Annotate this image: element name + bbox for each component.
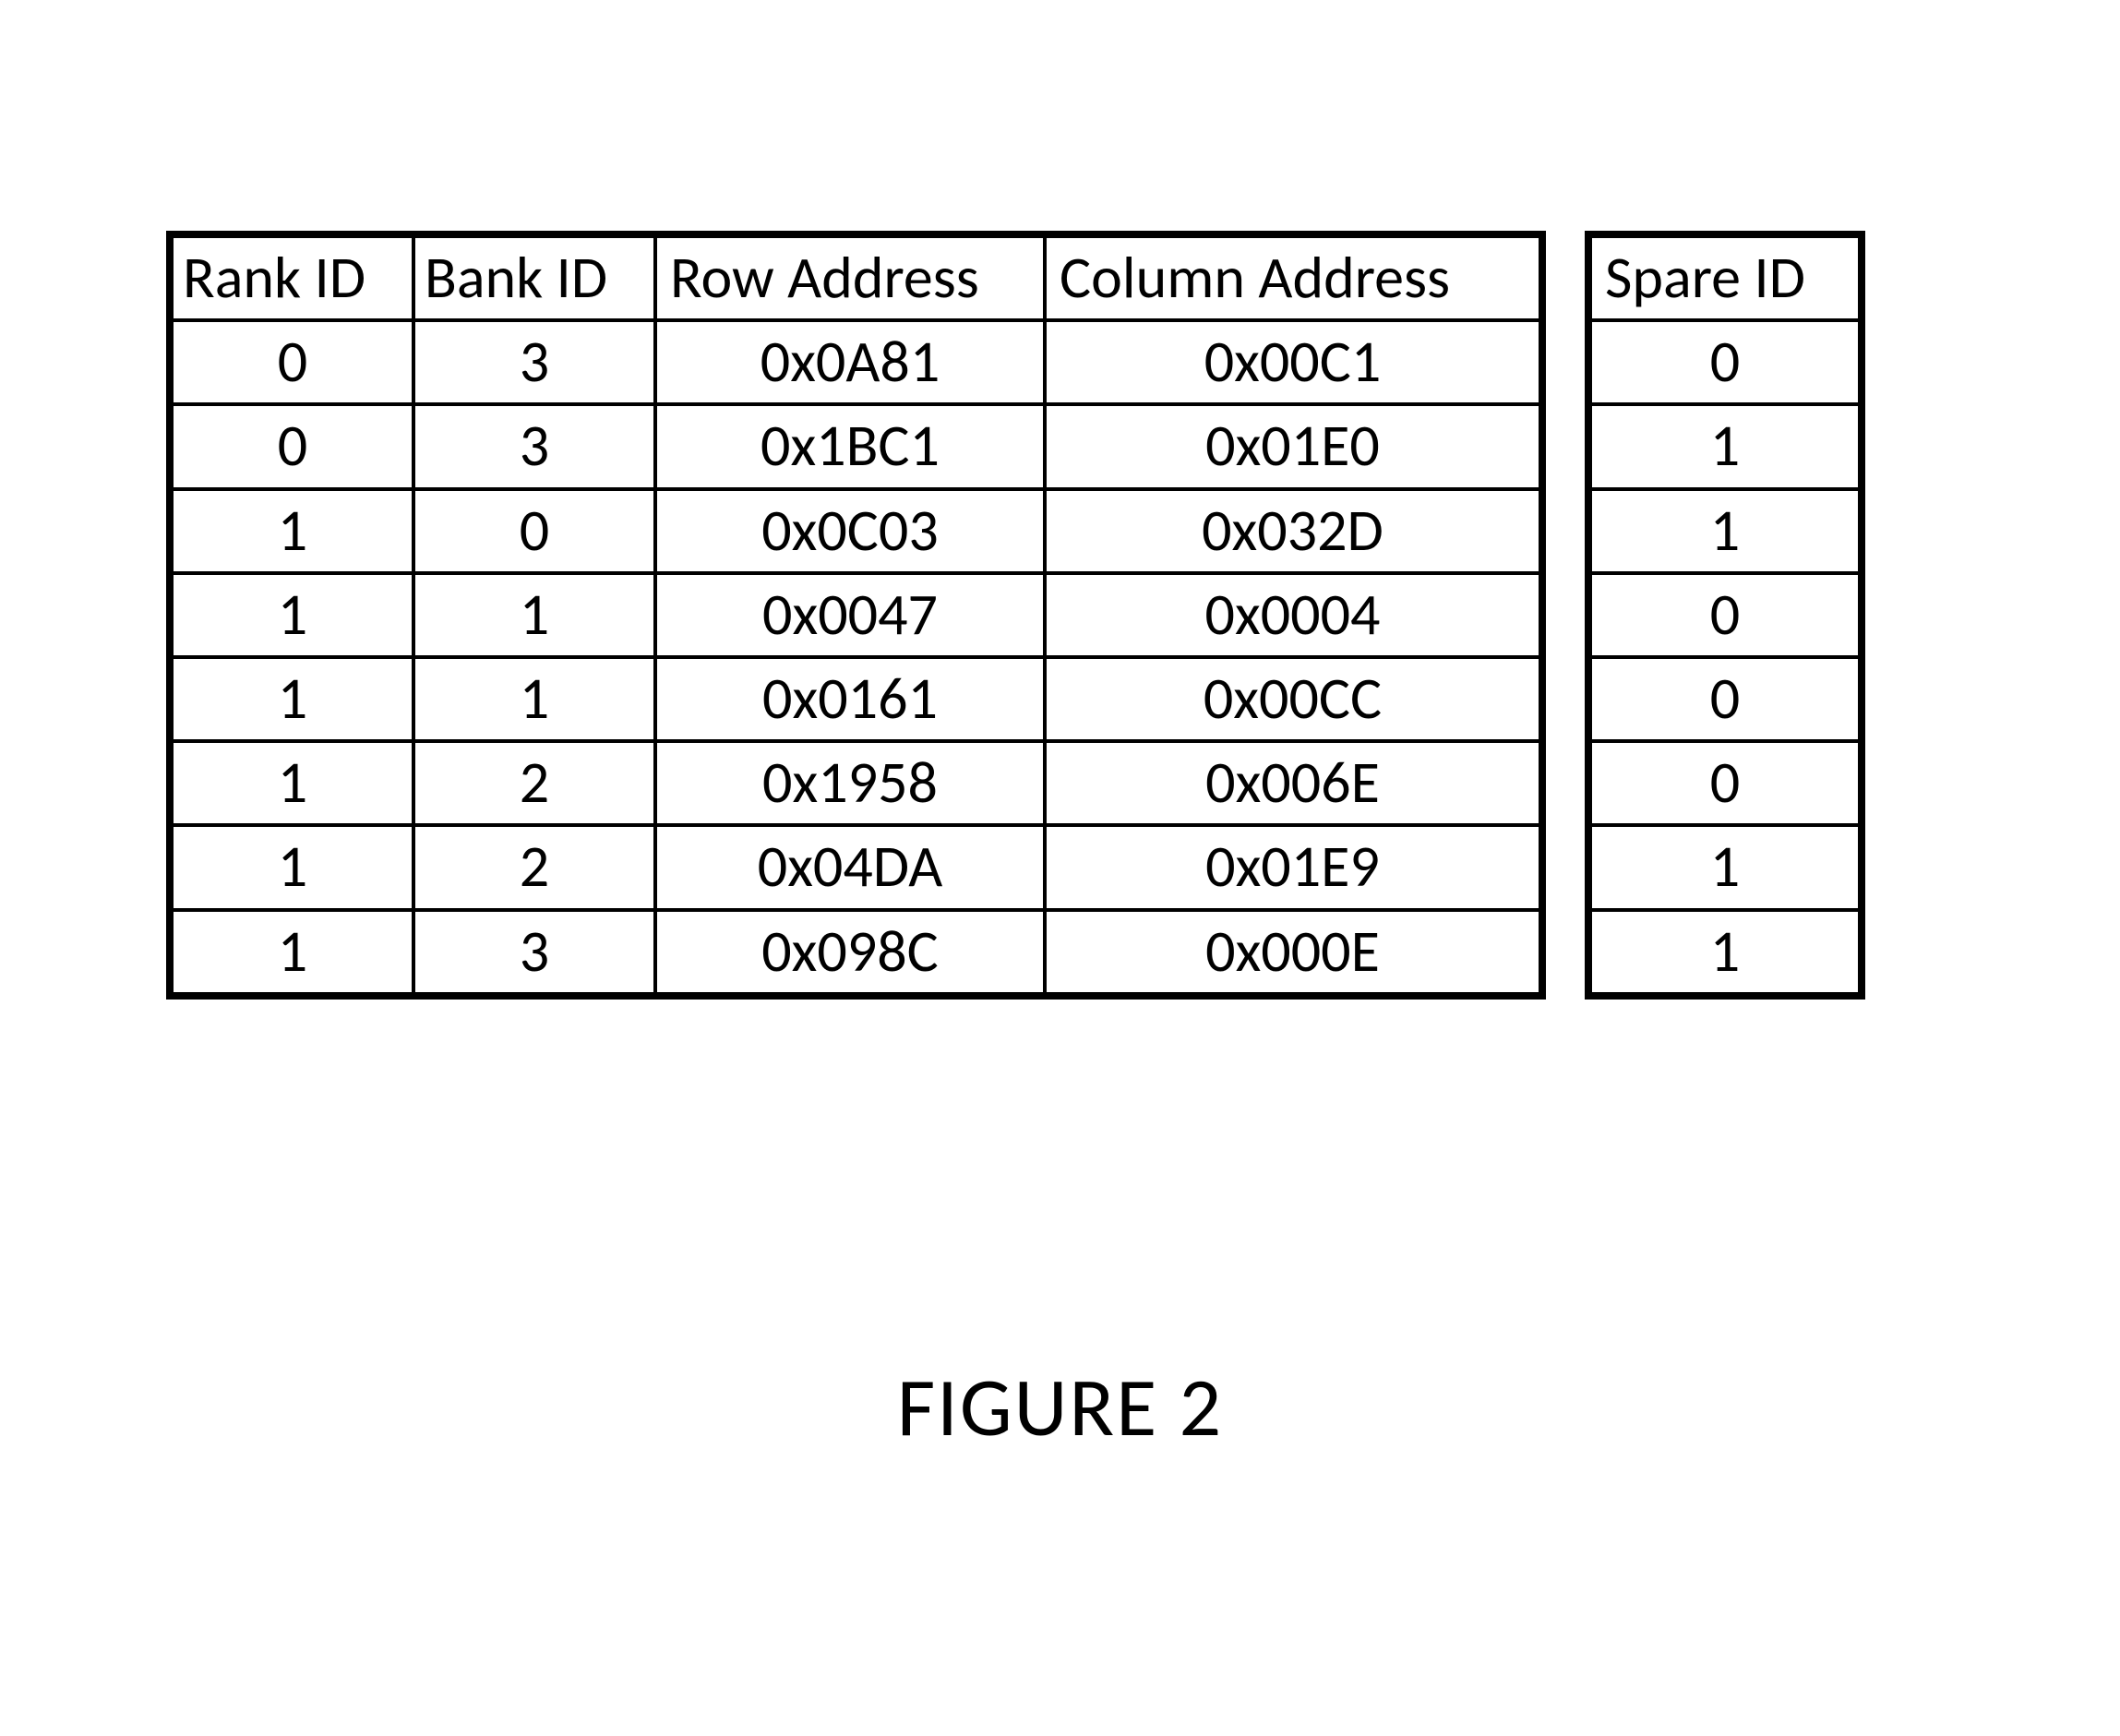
cell-column-address: 0x000E <box>1045 910 1542 996</box>
cell-spare-id: 0 <box>1588 657 1862 741</box>
table-gap <box>1542 741 1588 825</box>
table-row: 1 2 0x1958 0x006E 0 <box>170 741 1862 825</box>
cell-column-address: 0x00C1 <box>1045 320 1542 404</box>
table-row: 0 3 0x0A81 0x00C1 0 <box>170 320 1862 404</box>
cell-bank-id: 0 <box>413 489 655 573</box>
table-gap <box>1542 404 1588 488</box>
cell-bank-id: 1 <box>413 657 655 741</box>
cell-spare-id: 0 <box>1588 741 1862 825</box>
cell-column-address: 0x00CC <box>1045 657 1542 741</box>
table-gap <box>1542 234 1588 320</box>
cell-row-address: 0x1BC1 <box>655 404 1045 488</box>
table-row: 0 3 0x1BC1 0x01E0 1 <box>170 404 1862 488</box>
table-header-row: Rank ID Bank ID Row Address Column Addre… <box>170 234 1862 320</box>
table-gap <box>1542 573 1588 657</box>
table-gap <box>1542 910 1588 996</box>
cell-rank-id: 0 <box>170 320 413 404</box>
table-gap <box>1542 825 1588 909</box>
cell-spare-id: 1 <box>1588 825 1862 909</box>
cell-spare-id: 0 <box>1588 320 1862 404</box>
cell-column-address: 0x032D <box>1045 489 1542 573</box>
page: Rank ID Bank ID Row Address Column Addre… <box>0 0 2120 1736</box>
header-column-address: Column Address <box>1045 234 1542 320</box>
cell-bank-id: 2 <box>413 741 655 825</box>
cell-spare-id: 1 <box>1588 910 1862 996</box>
cell-spare-id: 1 <box>1588 489 1862 573</box>
cell-spare-id: 0 <box>1588 573 1862 657</box>
header-rank-id: Rank ID <box>170 234 413 320</box>
cell-row-address: 0x1958 <box>655 741 1045 825</box>
figure-caption: FIGURE 2 <box>0 1357 2120 1458</box>
address-table: Rank ID Bank ID Row Address Column Addre… <box>166 231 1865 1000</box>
cell-spare-id: 1 <box>1588 404 1862 488</box>
table-row: 1 0 0x0C03 0x032D 1 <box>170 489 1862 573</box>
cell-column-address: 0x01E0 <box>1045 404 1542 488</box>
table: Rank ID Bank ID Row Address Column Addre… <box>166 231 1865 1000</box>
cell-row-address: 0x04DA <box>655 825 1045 909</box>
header-bank-id: Bank ID <box>413 234 655 320</box>
table-gap <box>1542 320 1588 404</box>
cell-row-address: 0x0C03 <box>655 489 1045 573</box>
cell-rank-id: 1 <box>170 657 413 741</box>
table-row: 1 1 0x0047 0x0004 0 <box>170 573 1862 657</box>
table-gap <box>1542 489 1588 573</box>
cell-rank-id: 1 <box>170 573 413 657</box>
table-row: 1 2 0x04DA 0x01E9 1 <box>170 825 1862 909</box>
cell-bank-id: 3 <box>413 320 655 404</box>
table-gap <box>1542 657 1588 741</box>
cell-row-address: 0x098C <box>655 910 1045 996</box>
cell-row-address: 0x0A81 <box>655 320 1045 404</box>
cell-rank-id: 1 <box>170 741 413 825</box>
cell-rank-id: 1 <box>170 910 413 996</box>
header-spare-id: Spare ID <box>1588 234 1862 320</box>
cell-row-address: 0x0161 <box>655 657 1045 741</box>
cell-column-address: 0x0004 <box>1045 573 1542 657</box>
cell-column-address: 0x01E9 <box>1045 825 1542 909</box>
cell-bank-id: 2 <box>413 825 655 909</box>
cell-row-address: 0x0047 <box>655 573 1045 657</box>
cell-bank-id: 1 <box>413 573 655 657</box>
cell-rank-id: 1 <box>170 825 413 909</box>
header-row-address: Row Address <box>655 234 1045 320</box>
cell-rank-id: 1 <box>170 489 413 573</box>
cell-bank-id: 3 <box>413 910 655 996</box>
cell-rank-id: 0 <box>170 404 413 488</box>
cell-column-address: 0x006E <box>1045 741 1542 825</box>
table-row: 1 3 0x098C 0x000E 1 <box>170 910 1862 996</box>
cell-bank-id: 3 <box>413 404 655 488</box>
table-row: 1 1 0x0161 0x00CC 0 <box>170 657 1862 741</box>
